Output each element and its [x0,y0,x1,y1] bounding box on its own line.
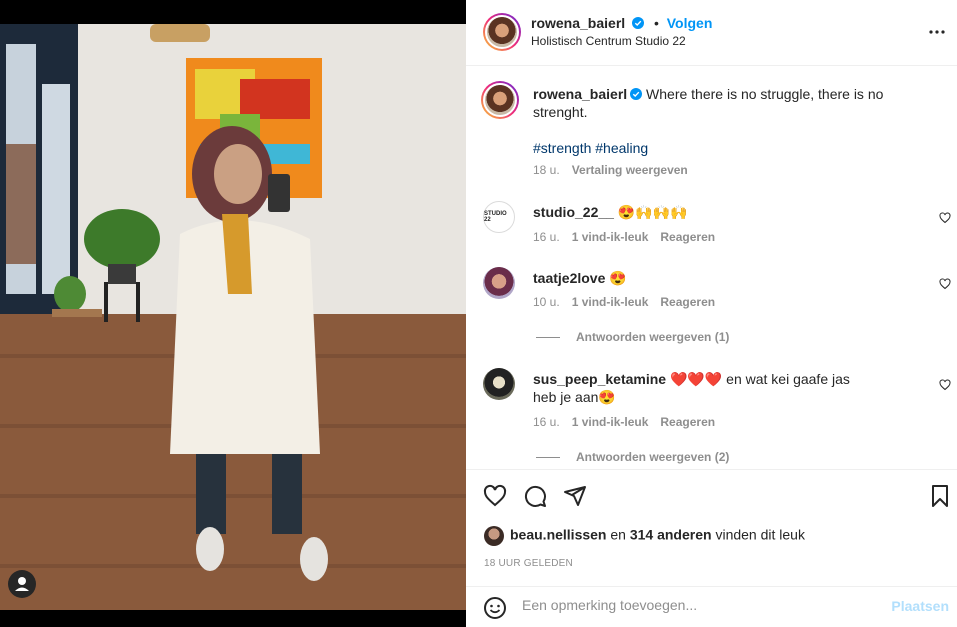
comment-likes[interactable]: 1 vind-ik-leuk [572,415,649,429]
commenter-username[interactable]: studio_22__ [533,204,614,220]
more-options-icon[interactable] [925,20,949,44]
post-comment-button[interactable]: Plaatsen [891,598,949,614]
view-replies-label: Antwoorden weergeven (1) [576,330,730,344]
comment-likes[interactable]: 1 vind-ik-leuk [572,295,649,309]
view-replies-label: Antwoorden weergeven (2) [576,450,730,464]
photo-illustration [0,24,466,610]
post-photo[interactable] [0,24,466,610]
comment-meta: 16 u. 1 vind-ik-leuk Reageren [533,230,727,244]
caption-time[interactable]: 18 u. [533,163,560,177]
likes-summary: beau.nellissen en 314 anderen vinden dit… [484,526,805,546]
liker-avatar[interactable] [484,526,504,546]
share-icon[interactable] [563,484,587,508]
post-header: rowena_baierl • Volgen Holistisch Centru… [466,0,957,66]
user-tag-icon[interactable] [8,570,36,598]
comment-time[interactable]: 16 u. [533,415,560,429]
post-details-panel: rowena_baierl • Volgen Holistisch Centru… [466,0,957,627]
commenter-avatar[interactable] [483,368,515,400]
comment-like-icon[interactable] [939,278,951,290]
caption-text-block: rowena_baierl Where there is no struggle… [533,85,913,121]
author-line: rowena_baierl • Volgen [531,15,712,31]
liker-username[interactable]: beau.nellissen [510,527,606,543]
comment-likes[interactable]: 1 vind-ik-leuk [572,230,649,244]
heart-icon[interactable] [483,484,507,508]
emoji-icon[interactable] [483,596,507,620]
translate-button[interactable]: Vertaling weergeven [572,163,688,177]
comment-meta: 16 u. 1 vind-ik-leuk Reageren [533,415,727,429]
location-link[interactable]: Holistisch Centrum Studio 22 [531,34,686,48]
commenter-username[interactable]: taatje2love [533,270,605,286]
reply-button[interactable]: Reageren [660,415,715,429]
comment-composer: Plaatsen [466,586,957,627]
comment-text: 😍 [609,270,627,286]
comment-text: 😍🙌🙌🙌 [617,204,688,220]
verified-badge-icon [630,88,643,100]
commenter-username[interactable]: sus_peep_ketamine [533,371,666,387]
comment-text-block: taatje2love 😍 [533,269,913,287]
follow-button[interactable]: Volgen [667,15,713,31]
comment-like-icon[interactable] [939,212,951,224]
likes-count[interactable]: 314 anderen [630,527,712,543]
view-replies-button[interactable]: Antwoorden weergeven (1) [536,330,729,344]
comment-meta: 10 u. 1 vind-ik-leuk Reageren [533,295,727,309]
separator-dot: • [653,15,659,31]
commenter-avatar[interactable] [483,267,515,299]
verified-badge-icon [632,17,645,29]
author-avatar[interactable] [483,13,521,51]
caption-author-avatar[interactable] [481,81,519,119]
caption-hashtags[interactable]: #strength #healing [533,139,913,157]
comment-icon[interactable] [523,484,547,508]
caption-author-username[interactable]: rowena_baierl [533,86,627,102]
author-username[interactable]: rowena_baierl [531,15,625,31]
comment-time[interactable]: 10 u. [533,295,560,309]
comment-input[interactable] [522,597,882,613]
comment-text-block: sus_peep_ketamine ❤️❤️❤️ en wat kei gaaf… [533,370,873,406]
view-replies-button[interactable]: Antwoorden weergeven (2) [536,450,729,464]
reply-button[interactable]: Reageren [660,295,715,309]
comment-text-block: studio_22__ 😍🙌🙌🙌 [533,203,913,221]
action-bar: beau.nellissen en 314 anderen vinden dit… [466,469,957,586]
commenter-avatar[interactable]: STUDIO 22 [483,201,515,233]
post-timestamp[interactable]: 18 UUR GELEDEN [484,558,573,569]
caption-meta: 18 u. Vertaling weergeven [533,163,700,177]
bookmark-icon[interactable] [928,484,952,508]
likes-suffix: vinden dit leuk [715,526,805,543]
comment-time[interactable]: 16 u. [533,230,560,244]
avatar-text: STUDIO 22 [484,211,507,223]
post-modal: rowena_baierl • Volgen Holistisch Centru… [0,0,957,627]
post-media [0,0,466,627]
reply-button[interactable]: Reageren [660,230,715,244]
likes-middle: en [610,526,626,543]
comment-like-icon[interactable] [939,379,951,391]
